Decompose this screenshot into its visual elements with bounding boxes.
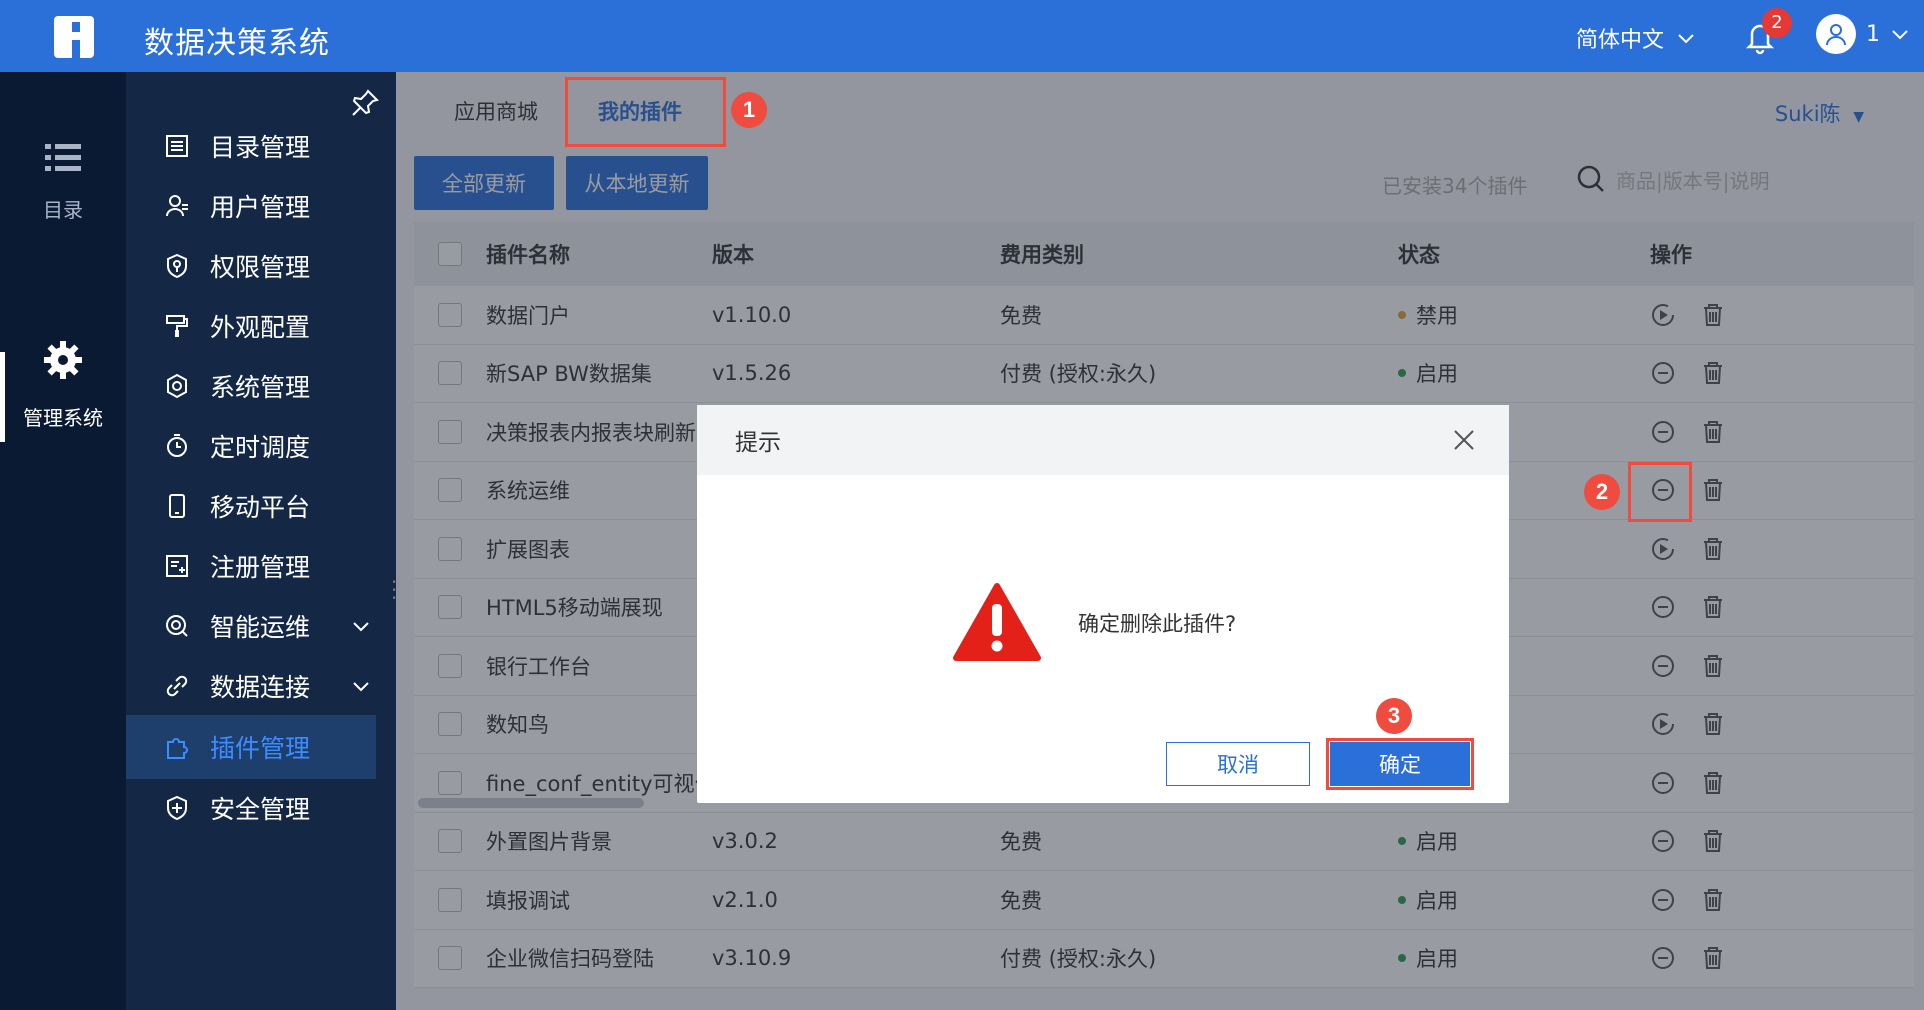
app-logo — [54, 16, 94, 58]
annotation-number-1: 1 — [731, 92, 767, 128]
dialog-message: 确定删除此插件? — [1078, 612, 1237, 636]
rail-item-catalog[interactable]: 目录 — [0, 142, 126, 223]
gear-icon — [44, 341, 82, 379]
sidebar-item-register[interactable]: 注册管理 — [126, 534, 376, 598]
annotation-box-2 — [1628, 462, 1692, 522]
sidebar-item-system[interactable]: 系统管理 — [126, 354, 376, 418]
annotation-number-3: 3 — [1376, 698, 1412, 734]
dialog-header: 提示 — [697, 405, 1509, 475]
app-title: 数据决策系统 — [144, 26, 330, 61]
sidebar-item-schedule[interactable]: 定时调度 — [126, 414, 376, 478]
security-icon — [167, 795, 187, 821]
sidebar-item-appearance[interactable]: 外观配置 — [126, 294, 376, 358]
catalog-icon — [166, 135, 188, 157]
register-icon — [166, 555, 188, 577]
sidebar-item-catalog[interactable]: 目录管理 — [126, 114, 376, 178]
sidebar-item-data-connection[interactable]: 数据连接 — [126, 654, 376, 718]
cancel-button[interactable]: 取消 — [1166, 742, 1310, 786]
sidebar-item-label: 安全管理 — [210, 795, 311, 824]
sidebar-item-mobile[interactable]: 移动平台 — [126, 474, 376, 538]
warning-icon — [953, 583, 1041, 661]
rail-label: 目录 — [43, 198, 83, 222]
sidebar-item-label: 目录管理 — [210, 133, 311, 162]
ops-icon — [166, 615, 188, 637]
rail-item-admin[interactable]: 管理系统 — [0, 340, 126, 431]
sidebar-item-smart-ops[interactable]: 智能运维 — [126, 594, 376, 658]
link-icon — [166, 675, 188, 697]
timer-icon — [167, 434, 187, 457]
sidebar-item-label: 插件管理 — [210, 734, 311, 763]
sidebar-item-users[interactable]: 用户管理 — [126, 174, 376, 238]
user-icon — [166, 195, 188, 217]
top-bar: 数据决策系统 简体中文 2 1 — [0, 0, 1924, 72]
avatar — [1816, 14, 1856, 54]
chevron-down-icon — [1678, 34, 1694, 44]
sidebar-item-label: 外观配置 — [210, 313, 311, 342]
chevron-down-icon — [353, 622, 369, 632]
sidebar-item-label: 系统管理 — [210, 373, 311, 402]
paint-roller-icon — [166, 315, 188, 337]
sidebar-item-label: 移动平台 — [210, 493, 311, 522]
sidebar-item-permissions[interactable]: 权限管理 — [126, 234, 376, 298]
chevron-down-icon — [1892, 30, 1908, 40]
sidebar-item-label: 注册管理 — [210, 553, 311, 582]
dialog-title: 提示 — [735, 430, 781, 456]
sidebar-item-label: 定时调度 — [210, 433, 311, 462]
list-icon — [45, 144, 81, 171]
close-icon[interactable] — [1451, 427, 1477, 453]
sidebar-item-plugins[interactable]: 插件管理 — [126, 715, 376, 779]
sidebar-item-label: 数据连接 — [210, 673, 311, 702]
settings-icon — [167, 373, 187, 399]
annotation-box-3 — [1326, 738, 1474, 790]
language-label: 简体中文 — [1576, 28, 1665, 53]
mobile-icon — [169, 494, 185, 518]
annotation-number-2: 2 — [1584, 474, 1620, 510]
annotation-box-1 — [565, 77, 726, 147]
shield-key-icon — [167, 253, 187, 279]
sidebar-item-label: 用户管理 — [210, 193, 311, 222]
user-name: 1 — [1866, 21, 1880, 47]
rail-label: 管理系统 — [23, 406, 103, 430]
sidebar-item-label: 智能运维 — [210, 613, 311, 642]
user-menu[interactable]: 1 — [1816, 14, 1910, 54]
left-rail: 目录 管理系统 — [0, 72, 126, 1010]
sidebar-item-security[interactable]: 安全管理 — [126, 776, 376, 840]
notification-badge: 2 — [1762, 8, 1792, 38]
user-avatar-icon — [1826, 24, 1846, 46]
plugin-icon — [167, 738, 188, 759]
chevron-down-icon — [353, 682, 369, 692]
sidebar: 目录管理 用户管理 权限管理 外观配置 系统管理 定时调度 移动平台 注册管理 … — [126, 72, 396, 1010]
sidebar-item-label: 权限管理 — [210, 253, 311, 282]
language-selector[interactable]: 简体中文 — [1576, 22, 1696, 54]
